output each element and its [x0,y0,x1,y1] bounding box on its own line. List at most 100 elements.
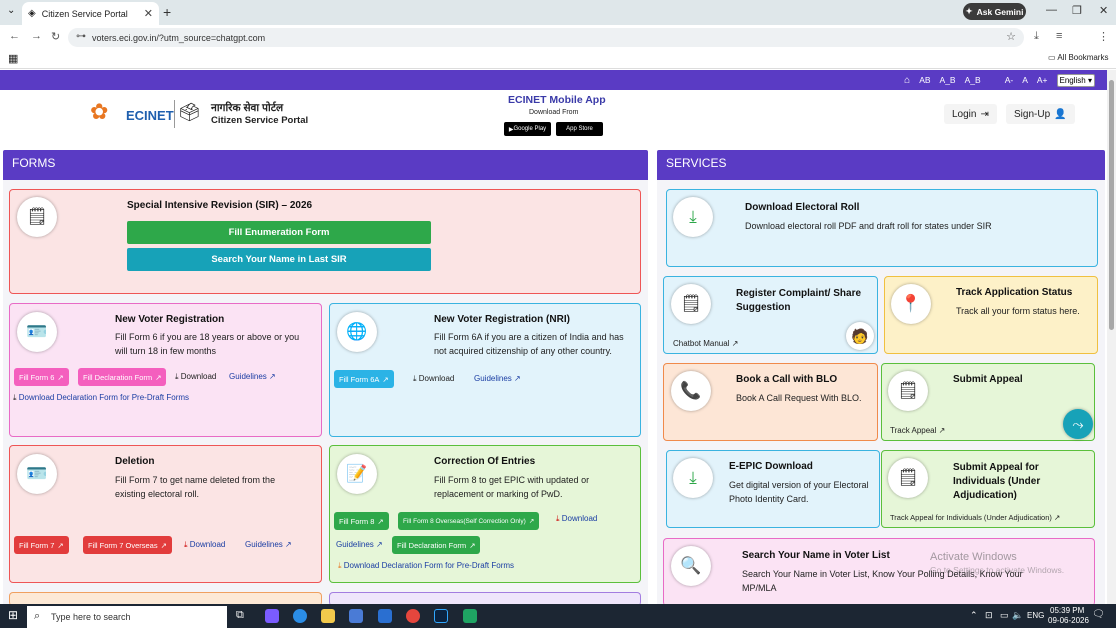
copilot-icon[interactable] [265,609,279,623]
book-call-desc: Book A Call Request With BLO. [736,393,862,403]
fill-form-7-overseas-button[interactable]: Fill Form 7 Overseas ↗ [83,536,172,554]
language-select[interactable]: English ▾ [1056,73,1095,87]
edge-browser-icon[interactable] [293,609,307,623]
form6a-guidelines-link[interactable]: Guidelines ↗ [474,374,521,383]
search-name-last-sir-button[interactable]: Search Your Name in Last SIR [127,248,431,271]
volume-icon[interactable]: 🔈 [1012,610,1023,621]
google-play-badge[interactable]: ▶ Google Play [504,122,551,136]
e-epic-title: E-EPIC Download [729,461,813,472]
font-size-normal[interactable]: A [1022,75,1028,85]
external-arrow-icon: ↗ [377,516,384,526]
fill-declaration-form-button[interactable]: Fill Declaration Form ↗ [78,368,167,386]
font-option-3[interactable]: A_B [965,75,981,85]
fill-form-6-button[interactable]: Fill Form 6 ↗ [14,368,69,386]
back-icon[interactable]: ← [9,30,20,42]
fill-form-6a-button[interactable]: Fill Form 6A ↗ [334,370,394,388]
track-status-desc: Track all your form status here. [956,306,1080,316]
url-field[interactable]: ⊶ voters.eci.gov.in/?utm_source=chatgpt.… [68,28,1024,47]
browser-tab[interactable]: ◈ Citizen Service Portal ✕ [22,2,159,25]
home-icon[interactable]: ⌂ [904,75,910,86]
notification-icon[interactable]: 🗨 [1092,609,1105,620]
battery-icon[interactable]: ▭ [1000,610,1009,621]
mail-icon[interactable] [378,609,392,623]
sir-title: Special Intensive Revision (SIR) – 2026 [127,200,313,211]
font-option-2[interactable]: A_B [940,75,956,85]
download-roll-title: Download Electoral Roll [745,202,860,213]
login-button[interactable]: Login ⇥ [944,104,997,124]
restore-icon[interactable]: ❐ [1072,4,1082,17]
clock-time[interactable]: 05:39 PM [1050,606,1084,615]
form6-guidelines-link[interactable]: Guidelines ↗ [229,372,276,381]
font-size-decrease[interactable]: A- [1005,75,1014,85]
site-info-icon[interactable]: ⊶ [76,31,86,42]
forward-icon[interactable]: → [31,30,42,42]
font-option-1[interactable]: AB [919,75,930,85]
new-tab-button[interactable]: + [163,4,171,20]
tray-chevron-icon[interactable]: ⌃ [970,610,978,621]
font-size-increase[interactable]: A+ [1037,75,1048,85]
apps-icon[interactable]: ▦ [8,52,18,65]
form6a-download-link[interactable]: ⤓ Download [413,374,454,384]
e-epic-download-icon: ⤓ [673,458,713,498]
form6-download-link[interactable]: ⤓ Download [175,372,216,382]
form8-guidelines-link[interactable]: Guidelines ↗ [336,540,383,549]
reload-icon[interactable]: ↻ [51,30,60,43]
complaint-title: Register Complaint/ Share Suggestion [736,288,862,313]
signup-button[interactable]: Sign-Up 👤 [1006,104,1075,124]
download-icon[interactable]: ⤓ [1034,30,1039,43]
track-route-button-icon[interactable]: ⤳ [1063,409,1093,439]
external-arrow-icon: ↗ [528,518,535,525]
network-icon[interactable]: ⊡ [985,610,993,621]
magnifier-icon: 🔍 [671,546,711,586]
fill-enumeration-form-button[interactable]: Fill Enumeration Form [127,221,431,244]
windows-taskbar: ⊞ ⌕ Type here to search ⧉ ⌃ ⊡ ▭ 🔈 ENG 05… [0,604,1116,628]
clock-date[interactable]: 09-06-2026 [1048,616,1089,625]
close-window-icon[interactable]: ✕ [1099,4,1108,17]
chatbot-manual-link[interactable]: Chatbot Manual ↗ [673,339,738,348]
form7-guidelines-link[interactable]: Guidelines ↗ [245,540,292,549]
photoshop-icon[interactable] [434,609,448,623]
app-store-badge[interactable]: App Store [556,122,603,136]
form8-fill-declaration-button[interactable]: Fill Declaration Form ↗ [392,536,481,554]
tab-close-icon[interactable]: ✕ [144,7,153,20]
track-appeal-adjudication-link[interactable]: Track Appeal for Individuals (Under Adju… [890,513,1060,522]
correction-title: Correction Of Entries [434,456,536,467]
bookmark-star-icon[interactable]: ☆ [1006,30,1016,43]
chatbot-avatar-icon[interactable]: 🧑 [846,322,874,350]
edit-form-icon: 📝 [337,454,377,494]
page-scrollbar-thumb[interactable] [1109,80,1114,330]
fill-form-8-button[interactable]: Fill Form 8 ↗ [334,512,389,530]
minimize-icon[interactable]: — [1046,4,1057,16]
file-explorer-icon[interactable] [321,609,335,623]
accessibility-strip: ⌂ AB A_B A_B A- A A+ English ▾ [0,70,1107,90]
deletion-card [9,445,322,583]
external-arrow-icon: ↗ [160,540,167,550]
task-view-icon[interactable]: ⧉ [236,609,244,622]
menu-icon[interactable]: ⋮ [1098,30,1109,43]
track-appeal-link[interactable]: Track Appeal ↗ [890,426,945,435]
all-bookmarks[interactable]: ▭ All Bookmarks [1048,53,1108,62]
ask-gemini-button[interactable]: ✦ Ask Gemini [963,3,1026,20]
external-arrow-icon: ↗ [469,540,476,550]
services-heading: SERVICES [657,150,1105,180]
form7-download-link[interactable]: ⤓ Download [184,540,225,550]
fill-form-8-overseas-button[interactable]: Fill Form 8 Overseas(Self Correction Onl… [398,512,540,530]
windows-start-icon[interactable]: ⊞ [8,608,18,622]
tab-search-icon[interactable]: ⌄ [7,5,15,16]
fill-form-7-button[interactable]: Fill Form 7 ↗ [14,536,69,554]
taskbar-search-input[interactable]: ⌕ Type here to search [27,606,227,628]
activation-watermark-desc: Go to Settings to activate Windows. [930,565,1065,575]
sheets-icon[interactable] [463,609,477,623]
correction-desc: Fill Form 8 to get EPIC with updated or … [434,475,590,499]
input-language[interactable]: ENG [1027,611,1044,620]
portal-name-english: Citizen Service Portal [211,115,309,126]
appeal-adjudication-icon: 🗒 [888,458,928,498]
store-icon[interactable] [349,609,363,623]
external-arrow-icon: ↗ [731,339,739,348]
reading-list-icon[interactable]: ≡ [1056,30,1062,42]
form6-declaration-download-link[interactable]: ⤓ Download Declaration Form for Pre-Draf… [13,393,189,403]
form8-download-link[interactable]: ⤓ Download [556,514,597,524]
activation-watermark-title: Activate Windows [930,551,1017,563]
chrome-icon[interactable] [406,609,420,623]
form8-declaration-download-link[interactable]: ⤓ Download Declaration Form for Pre-Draf… [338,561,514,571]
